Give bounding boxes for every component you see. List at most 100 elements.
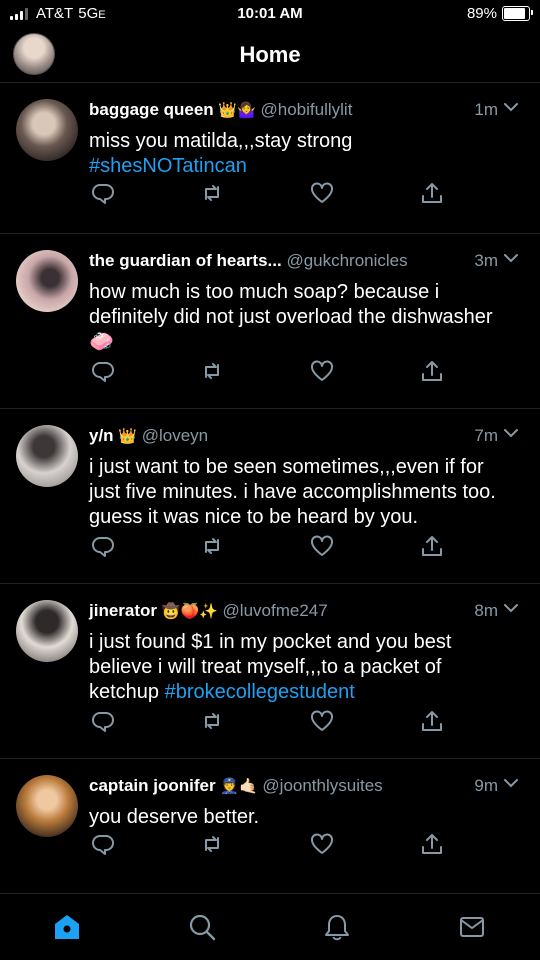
- tweet-text: i just want to be seen sometimes,,,even …: [89, 456, 496, 528]
- tweet-author[interactable]: captain joonifer 👮🤙🏻 @joonthlysuites: [89, 776, 383, 796]
- tweet-text: how much is too much soap? because i def…: [89, 281, 493, 353]
- top-header: Home: [0, 28, 540, 83]
- tweet-avatar[interactable]: [16, 99, 78, 161]
- tweet[interactable]: jinerator 🤠🍑✨ @luvofme247 8m i just found …: [0, 584, 540, 759]
- home-tab[interactable]: [52, 912, 82, 942]
- tweet-actions: [89, 180, 520, 206]
- reply-icon: [92, 712, 114, 732]
- retweet-icon: [205, 538, 219, 554]
- tweet-text: you deserve better.: [89, 806, 260, 828]
- tweet-author[interactable]: y/n 👑 @loveyn: [89, 426, 208, 446]
- like-button[interactable]: [309, 358, 335, 384]
- tweet-body: i just found $1 in my pocket and you bes…: [89, 630, 516, 705]
- retweet-button[interactable]: [199, 533, 225, 559]
- author-handle: @hobifullylit: [260, 100, 353, 119]
- retweet-button[interactable]: [199, 180, 225, 206]
- author-emoji: 👑🤷‍♀️: [218, 101, 256, 119]
- search-icon: [189, 914, 216, 941]
- tweet[interactable]: captain joonifer 👮🤙🏻 @joonthlysuites 9m yo…: [0, 759, 540, 899]
- tweet-actions: [89, 831, 520, 857]
- search-tab[interactable]: [187, 912, 217, 942]
- page-title: Home: [239, 42, 301, 67]
- reply-button[interactable]: [89, 831, 115, 857]
- share-button[interactable]: [419, 358, 445, 384]
- author-name: jinerator: [89, 601, 158, 620]
- notifications-icon: [325, 915, 349, 941]
- retweet-button[interactable]: [199, 708, 225, 734]
- messages-tab[interactable]: [457, 912, 487, 942]
- tweet-avatar[interactable]: [16, 250, 78, 312]
- tweet[interactable]: baggage queen 👑🤷‍♀️ @hobifullylit 1m miss …: [0, 83, 540, 234]
- like-icon: [311, 360, 333, 381]
- author-name: baggage queen: [89, 100, 214, 119]
- share-button[interactable]: [419, 831, 445, 857]
- like-button[interactable]: [309, 180, 335, 206]
- chevron-down-icon[interactable]: [502, 599, 520, 617]
- retweet-icon: [205, 185, 219, 201]
- tweet-avatar[interactable]: [16, 600, 78, 662]
- tweet-body: miss you matilda,,,stay strong #shesNOTat…: [89, 129, 516, 179]
- tweet-actions: [89, 358, 520, 384]
- author-handle: @joonthlysuites: [262, 776, 383, 795]
- home-icon: [55, 915, 79, 939]
- tweet-body: i just want to be seen sometimes,,,even …: [89, 455, 516, 530]
- share-button[interactable]: [419, 180, 445, 206]
- like-icon: [311, 833, 333, 854]
- share-icon: [422, 183, 442, 203]
- tweet-body: how much is too much soap? because i def…: [89, 280, 516, 355]
- tweet-avatar[interactable]: [16, 425, 78, 487]
- tweet-author[interactable]: jinerator 🤠🍑✨ @luvofme247: [89, 601, 328, 621]
- tweet-author[interactable]: baggage queen 👑🤷‍♀️ @hobifullylit: [89, 100, 352, 120]
- tweet-header: jinerator 🤠🍑✨ @luvofme247 8m: [89, 601, 520, 623]
- retweet-button[interactable]: [199, 831, 225, 857]
- like-icon: [311, 182, 333, 203]
- hashtag-link[interactable]: #brokecollegestudent: [165, 681, 355, 703]
- author-name: y/n: [89, 426, 114, 445]
- tweet-time: 7m: [474, 426, 498, 445]
- tweet[interactable]: the guardian of hearts... @gukchronicles…: [0, 234, 540, 409]
- chevron-down-icon[interactable]: [502, 774, 520, 792]
- hashtag-link[interactable]: #shesNOTatincan: [89, 155, 247, 177]
- chevron-down-icon[interactable]: [502, 249, 520, 267]
- tweet-header: y/n 👑 @loveyn 7m: [89, 426, 520, 448]
- timeline-feed: baggage queen 👑🤷‍♀️ @hobifullylit 1m miss …: [0, 83, 540, 899]
- tweet-time: 3m: [474, 251, 498, 270]
- notifications-tab[interactable]: [322, 912, 352, 942]
- share-icon: [422, 536, 442, 556]
- share-button[interactable]: [419, 533, 445, 559]
- tweet-author[interactable]: the guardian of hearts... @gukchronicles: [89, 251, 408, 271]
- retweet-icon: [205, 713, 219, 729]
- author-handle: @loveyn: [141, 426, 209, 445]
- like-button[interactable]: [309, 831, 335, 857]
- author-name: the guardian of hearts...: [89, 251, 282, 270]
- like-button[interactable]: [309, 708, 335, 734]
- reply-icon: [92, 835, 114, 855]
- like-button[interactable]: [309, 533, 335, 559]
- author-emoji: 👑: [118, 427, 137, 445]
- reply-button[interactable]: [89, 180, 115, 206]
- battery-percent: 89%: [466, 5, 497, 22]
- battery-icon: [502, 6, 533, 21]
- chevron-down-icon[interactable]: [502, 98, 520, 116]
- author-handle: @luvofme247: [222, 601, 328, 620]
- author-name: captain joonifer: [89, 776, 216, 795]
- bottom-tab-bar: [0, 893, 540, 960]
- tweet-actions: [89, 708, 520, 734]
- like-icon: [311, 535, 333, 556]
- tweet-time: 1m: [474, 100, 498, 119]
- chevron-down-icon[interactable]: [502, 424, 520, 442]
- status-right: 89%: [466, 5, 533, 22]
- like-icon: [311, 710, 333, 731]
- author-emoji: 🤠🍑✨: [161, 602, 218, 620]
- reply-button[interactable]: [89, 533, 115, 559]
- author-handle: @gukchronicles: [286, 251, 408, 270]
- tweet-actions: [89, 533, 520, 559]
- tweet-header: the guardian of hearts... @gukchronicles…: [89, 251, 520, 273]
- reply-button[interactable]: [89, 358, 115, 384]
- tweet-avatar[interactable]: [16, 775, 78, 837]
- reply-button[interactable]: [89, 708, 115, 734]
- share-icon: [422, 834, 442, 854]
- tweet[interactable]: y/n 👑 @loveyn 7m i just want to be seen so…: [0, 409, 540, 584]
- share-button[interactable]: [419, 708, 445, 734]
- retweet-button[interactable]: [199, 358, 225, 384]
